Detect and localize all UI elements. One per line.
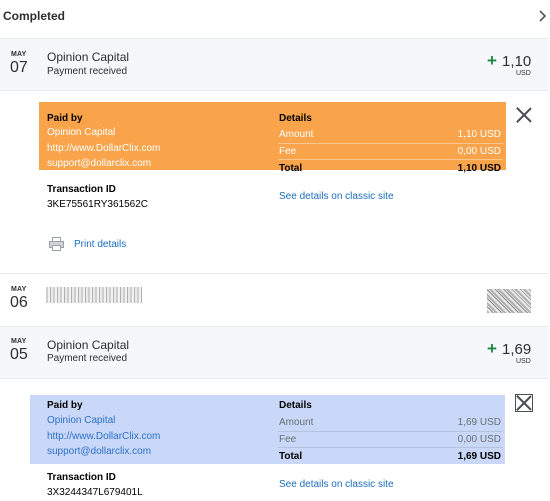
merchant-name: Opinion Capital (47, 50, 130, 64)
paid-by-label: Paid by (47, 113, 83, 124)
divider (278, 143, 503, 144)
transaction-status: Payment received (47, 353, 128, 364)
transaction-row[interactable]: MAY 07 Opinion Capital Payment received … (0, 38, 548, 90)
transaction-month: MAY (11, 51, 27, 58)
transaction-day: 06 (10, 294, 28, 311)
payer-email: support@dollarclix.com (47, 158, 152, 169)
amount-label: Amount (279, 417, 314, 428)
transaction-currency: USD (516, 358, 531, 365)
total-label: Total (279, 451, 303, 462)
fee-value: 0,00 USD (457, 434, 501, 445)
divider (278, 447, 503, 448)
transaction-status: Payment received (47, 66, 128, 77)
payer-name: Opinion Capital (47, 127, 116, 138)
payer-name: Opinion Capital (47, 415, 116, 426)
amount-value: 1,10 USD (457, 129, 501, 140)
positive-sign: + (487, 51, 497, 70)
details-label: Details (279, 400, 312, 411)
transaction-id: 3X3244347L679401L (47, 487, 143, 498)
total-value: 1,69 USD (457, 451, 501, 462)
total-label: Total (279, 163, 303, 174)
transaction-day: 07 (10, 59, 28, 76)
transaction-amount: 1,69 (502, 341, 532, 358)
amount-label: Amount (279, 129, 314, 140)
classic-site-link[interactable]: See details on classic site (279, 479, 394, 490)
transaction-month: MAY (11, 286, 27, 293)
amount-value: 1,69 USD (457, 417, 501, 428)
section-title: Completed (3, 9, 66, 23)
divider (278, 431, 503, 432)
close-icon[interactable] (515, 394, 533, 412)
redacted-amount (487, 289, 531, 313)
divider (278, 159, 503, 160)
transaction-row[interactable]: MAY 06 (0, 273, 548, 326)
details-label: Details (279, 113, 312, 124)
positive-sign: + (487, 339, 497, 358)
transaction-currency: USD (516, 70, 531, 77)
paid-by-label: Paid by (47, 400, 83, 411)
transaction-details-panel: Paid by Opinion Capital http://www.Dolla… (0, 90, 548, 273)
chevron-right-icon[interactable] (536, 8, 550, 24)
total-value: 1,10 USD (457, 163, 501, 174)
print-details-link[interactable]: Print details (74, 239, 126, 250)
transaction-id-label: Transaction ID (47, 184, 116, 195)
payer-website: http://www.DollarClix.com (47, 143, 161, 154)
fee-label: Fee (279, 434, 297, 445)
close-icon[interactable] (516, 107, 532, 123)
printer-icon[interactable] (49, 237, 64, 251)
transaction-amount: 1,10 (502, 53, 532, 70)
fee-label: Fee (279, 146, 297, 157)
transaction-id-label: Transaction ID (47, 472, 116, 483)
fee-value: 0,00 USD (457, 146, 501, 157)
transaction-id: 3KE75561RY361562C (47, 199, 149, 210)
transaction-month: MAY (11, 338, 27, 345)
transaction-day: 05 (10, 346, 28, 363)
redacted-merchant (46, 287, 142, 303)
payer-email: support@dollarclix.com (47, 446, 152, 457)
classic-site-link[interactable]: See details on classic site (279, 191, 394, 202)
transaction-details-panel: Paid by Opinion Capital http://www.Dolla… (0, 378, 548, 501)
merchant-name: Opinion Capital (47, 338, 130, 352)
transaction-row[interactable]: MAY 05 Opinion Capital Payment received … (0, 326, 548, 378)
payer-website: http://www.DollarClix.com (47, 431, 161, 442)
